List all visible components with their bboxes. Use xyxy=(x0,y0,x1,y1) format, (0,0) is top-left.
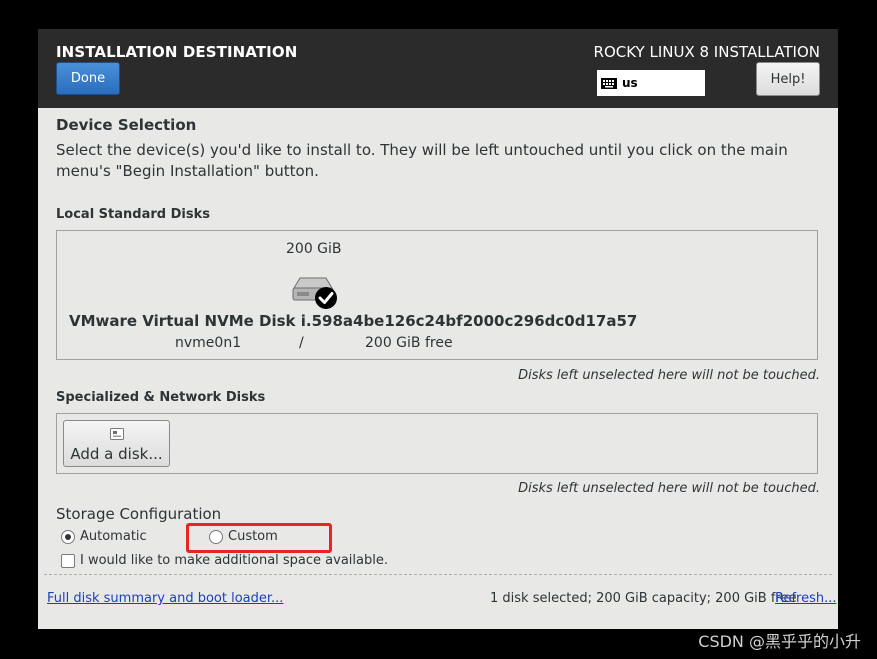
disk-device: nvme0n1 xyxy=(175,335,242,351)
storage-config-title: Storage Configuration xyxy=(56,505,222,523)
specialized-disks-title: Specialized & Network Disks xyxy=(56,390,266,405)
installation-destination-window: INSTALLATION DESTINATION ROCKY LINUX 8 I… xyxy=(38,29,838,629)
add-disk-button[interactable]: Add a disk... xyxy=(63,420,170,467)
page-title: INSTALLATION DESTINATION xyxy=(56,43,298,61)
disk-item[interactable]: 200 GiB VMware Virtual NVMe Disk i.598a4… xyxy=(57,231,817,359)
automatic-radio[interactable] xyxy=(61,530,75,544)
disk-summary-status: 1 disk selected; 200 GiB capacity; 200 G… xyxy=(490,591,797,606)
disk-free-space: 200 GiB free xyxy=(365,335,453,351)
done-button[interactable]: Done xyxy=(56,62,120,95)
device-selection-title: Device Selection xyxy=(56,116,197,134)
help-button[interactable]: Help! xyxy=(756,62,820,96)
disk-mount: / xyxy=(299,335,304,351)
device-selection-description: Select the device(s) you'd like to insta… xyxy=(56,141,788,180)
refresh-link[interactable]: Refresh... xyxy=(775,591,837,606)
reclaim-space-label[interactable]: I would like to make additional space av… xyxy=(80,553,388,568)
watermark: CSDN @黑乎乎的小升 xyxy=(698,632,861,651)
keyboard-layout-label: us xyxy=(622,76,638,90)
keyboard-icon xyxy=(601,77,617,89)
automatic-label[interactable]: Automatic xyxy=(80,529,147,544)
local-disks-box: 200 GiB VMware Virtual NVMe Disk i.598a4… xyxy=(56,230,818,360)
add-disk-icon xyxy=(110,428,124,440)
product-title: ROCKY LINUX 8 INSTALLATION xyxy=(593,43,820,61)
radio-selected-dot xyxy=(65,534,71,540)
hard-disk-selected-icon xyxy=(292,277,337,309)
full-disk-summary-link[interactable]: Full disk summary and boot loader... xyxy=(47,591,283,606)
local-disks-note: Disks left unselected here will not be t… xyxy=(518,368,820,383)
header-bar: INSTALLATION DESTINATION ROCKY LINUX 8 I… xyxy=(38,29,838,108)
keyboard-layout-indicator[interactable]: us xyxy=(597,70,705,96)
add-disk-label: Add a disk... xyxy=(70,445,163,463)
disk-size: 200 GiB xyxy=(286,241,342,257)
local-disks-title: Local Standard Disks xyxy=(56,207,210,222)
disk-name: VMware Virtual NVMe Disk i.598a4be126c24… xyxy=(69,312,638,330)
specialized-disks-box: Add a disk... xyxy=(56,413,818,474)
reclaim-space-checkbox[interactable] xyxy=(61,554,75,568)
footer-separator xyxy=(44,574,832,575)
custom-highlight-box xyxy=(186,523,332,553)
specialized-disks-note: Disks left unselected here will not be t… xyxy=(518,481,820,496)
